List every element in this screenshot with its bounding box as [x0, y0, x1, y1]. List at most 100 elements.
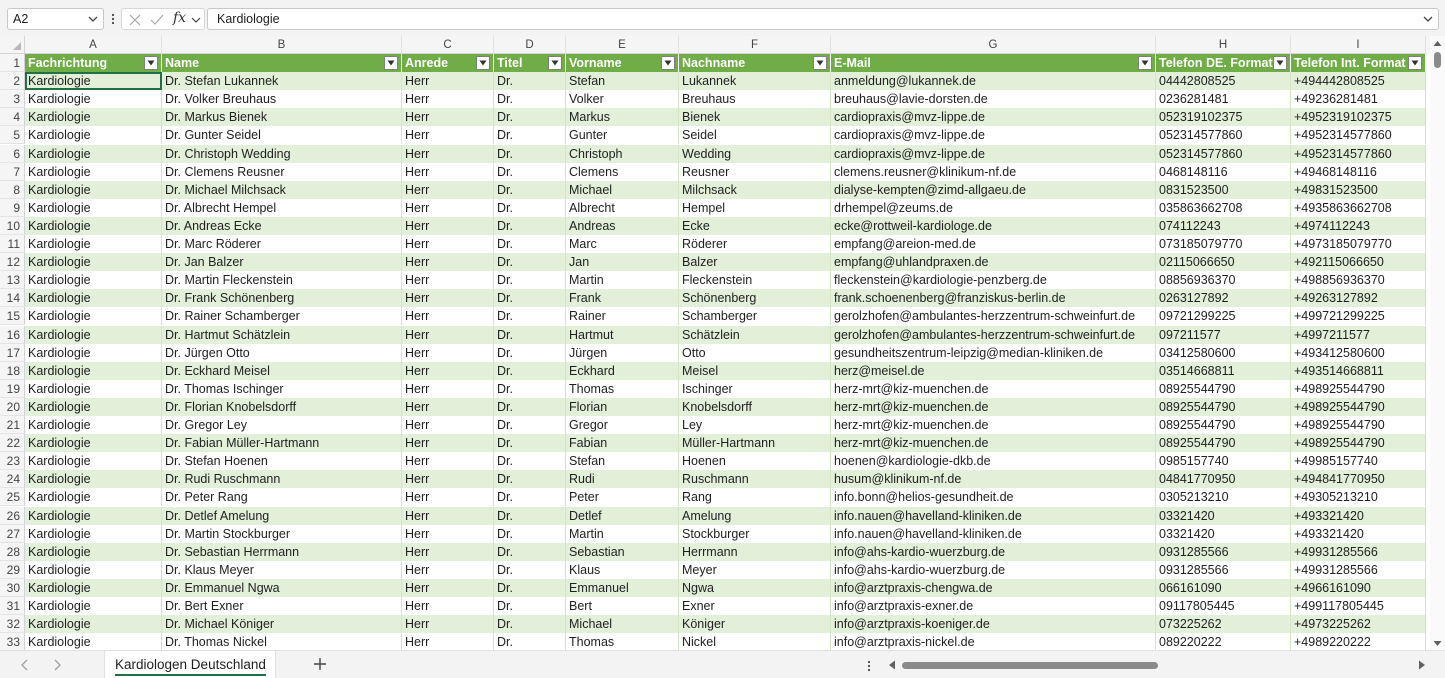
cell-name[interactable]: Dr. Eckhard Meisel: [162, 361, 402, 380]
cell-telefon-int[interactable]: +49263127892: [1291, 289, 1426, 308]
cell-anrede[interactable]: Herr: [402, 216, 494, 235]
cell-telefon-int[interactable]: +4952314577860: [1291, 144, 1426, 163]
cell-nachname[interactable]: Bienek: [679, 108, 831, 127]
scroll-down-icon[interactable]: [1433, 640, 1442, 647]
cell-titel[interactable]: Dr.: [494, 253, 566, 272]
column-header-g[interactable]: G: [831, 36, 1156, 54]
cell-fachrichtung[interactable]: Kardiologie: [25, 488, 162, 507]
cell-vorname[interactable]: Stefan: [566, 72, 679, 91]
cell-telefon-de[interactable]: 09721299225: [1156, 307, 1291, 326]
cell-nachname[interactable]: Nickel: [679, 633, 831, 650]
cell-email[interactable]: info.nauen@havelland-kliniken.de: [831, 524, 1156, 543]
cell-vorname[interactable]: Hartmut: [566, 325, 679, 344]
column-header-f[interactable]: F: [679, 36, 831, 54]
cell-vorname[interactable]: Gunter: [566, 126, 679, 145]
cell-vorname[interactable]: Eckhard: [566, 361, 679, 380]
cell-anrede[interactable]: Herr: [402, 162, 494, 181]
cell-vorname[interactable]: Clemens: [566, 162, 679, 181]
cell-name[interactable]: Dr. Bert Exner: [162, 597, 402, 616]
cell-name[interactable]: Dr. Clemens Reusner: [162, 162, 402, 181]
header-cell-fachrichtung[interactable]: Fachrichtung: [25, 54, 162, 73]
cell-name[interactable]: Dr. Martin Stockburger: [162, 524, 402, 543]
cell-vorname[interactable]: Rudi: [566, 470, 679, 489]
cell-fachrichtung[interactable]: Kardiologie: [25, 235, 162, 254]
cell-email[interactable]: gerolzhofen@ambulantes-herzzentrum-schwe…: [831, 325, 1156, 344]
cell-anrede[interactable]: Herr: [402, 108, 494, 127]
cell-name[interactable]: Dr. Jan Balzer: [162, 253, 402, 272]
row-header[interactable]: 6: [0, 144, 25, 163]
cell-name[interactable]: Dr. Gunter Seidel: [162, 126, 402, 145]
cell-titel[interactable]: Dr.: [494, 560, 566, 579]
cell-telefon-de[interactable]: 08925544790: [1156, 416, 1291, 435]
cell-fachrichtung[interactable]: Kardiologie: [25, 253, 162, 272]
cell-name[interactable]: Dr. Stefan Hoenen: [162, 452, 402, 471]
cell-telefon-de[interactable]: 066161090: [1156, 578, 1291, 597]
cell-nachname[interactable]: Ruschmann: [679, 470, 831, 489]
cell-nachname[interactable]: Hempel: [679, 198, 831, 217]
cell-fachrichtung[interactable]: Kardiologie: [25, 416, 162, 435]
column-header-h[interactable]: H: [1156, 36, 1291, 54]
cell-anrede[interactable]: Herr: [402, 470, 494, 489]
cell-email[interactable]: ecke@rottweil-kardiologe.de: [831, 216, 1156, 235]
row-header[interactable]: 27: [0, 524, 25, 543]
cell-vorname[interactable]: Markus: [566, 108, 679, 127]
cell-telefon-int[interactable]: +493514668811: [1291, 361, 1426, 380]
cell-email[interactable]: husum@klinikum-nf.de: [831, 470, 1156, 489]
filter-dropdown-button[interactable]: [384, 56, 398, 70]
cell-email[interactable]: herz-mrt@kiz-muenchen.de: [831, 379, 1156, 398]
cell-titel[interactable]: Dr.: [494, 90, 566, 109]
cell-titel[interactable]: Dr.: [494, 180, 566, 199]
cell-telefon-int[interactable]: +49468148116: [1291, 162, 1426, 181]
insert-function-button[interactable]: fx: [173, 10, 186, 26]
cell-email[interactable]: empfang@areion-med.de: [831, 235, 1156, 254]
cell-nachname[interactable]: Schönenberg: [679, 289, 831, 308]
cell-telefon-int[interactable]: +492115066650: [1291, 253, 1426, 272]
cell-fachrichtung[interactable]: Kardiologie: [25, 506, 162, 525]
cell-telefon-de[interactable]: 08856936370: [1156, 271, 1291, 290]
cell-email[interactable]: herz@meisel.de: [831, 361, 1156, 380]
horizontal-scroll-thumb[interactable]: [902, 662, 1158, 669]
cell-anrede[interactable]: Herr: [402, 144, 494, 163]
cell-telefon-int[interactable]: +499117805445: [1291, 597, 1426, 616]
cell-vorname[interactable]: Rainer: [566, 307, 679, 326]
header-cell-titel[interactable]: Titel: [494, 54, 566, 73]
cell-titel[interactable]: Dr.: [494, 379, 566, 398]
cell-fachrichtung[interactable]: Kardiologie: [25, 542, 162, 561]
cell-telefon-int[interactable]: +4952319102375: [1291, 108, 1426, 127]
cell-telefon-de[interactable]: 0236281481: [1156, 90, 1291, 109]
row-header[interactable]: 5: [0, 126, 25, 145]
row-header[interactable]: 26: [0, 506, 25, 525]
cell-email[interactable]: info@arztpraxis-chengwa.de: [831, 578, 1156, 597]
cell-email[interactable]: cardiopraxis@mvz-lippe.de: [831, 108, 1156, 127]
cell-email[interactable]: herz-mrt@kiz-muenchen.de: [831, 434, 1156, 453]
cell-email[interactable]: herz-mrt@kiz-muenchen.de: [831, 397, 1156, 416]
cell-titel[interactable]: Dr.: [494, 615, 566, 634]
cell-vorname[interactable]: Gregor: [566, 416, 679, 435]
row-header[interactable]: 29: [0, 560, 25, 579]
cell-nachname[interactable]: Milchsack: [679, 180, 831, 199]
row-header[interactable]: 33: [0, 633, 25, 650]
row-header[interactable]: 2: [0, 72, 25, 91]
cell-name[interactable]: Dr. Klaus Meyer: [162, 560, 402, 579]
cell-name[interactable]: Dr. Peter Rang: [162, 488, 402, 507]
row-header[interactable]: 23: [0, 452, 25, 471]
vertical-scroll-thumb[interactable]: [1434, 52, 1441, 68]
cell-telefon-de[interactable]: 03412580600: [1156, 343, 1291, 362]
cell-nachname[interactable]: Ley: [679, 416, 831, 435]
cell-fachrichtung[interactable]: Kardiologie: [25, 615, 162, 634]
cell-fachrichtung[interactable]: Kardiologie: [25, 289, 162, 308]
chevron-down-icon[interactable]: [87, 11, 99, 27]
cell-titel[interactable]: Dr.: [494, 235, 566, 254]
row-header[interactable]: 13: [0, 271, 25, 290]
cell-email[interactable]: cardiopraxis@mvz-lippe.de: [831, 144, 1156, 163]
cell-name[interactable]: Dr. Florian Knobelsdorff: [162, 397, 402, 416]
cell-fachrichtung[interactable]: Kardiologie: [25, 470, 162, 489]
cell-email[interactable]: drhempel@zeums.de: [831, 198, 1156, 217]
cell-anrede[interactable]: Herr: [402, 578, 494, 597]
cell-email[interactable]: gerolzhofen@ambulantes-herzzentrum-schwe…: [831, 307, 1156, 326]
cell-telefon-de[interactable]: 052314577860: [1156, 144, 1291, 163]
cell-titel[interactable]: Dr.: [494, 434, 566, 453]
cell-anrede[interactable]: Herr: [402, 235, 494, 254]
cell-telefon-int[interactable]: +4952314577860: [1291, 126, 1426, 145]
cell-vorname[interactable]: Thomas: [566, 379, 679, 398]
